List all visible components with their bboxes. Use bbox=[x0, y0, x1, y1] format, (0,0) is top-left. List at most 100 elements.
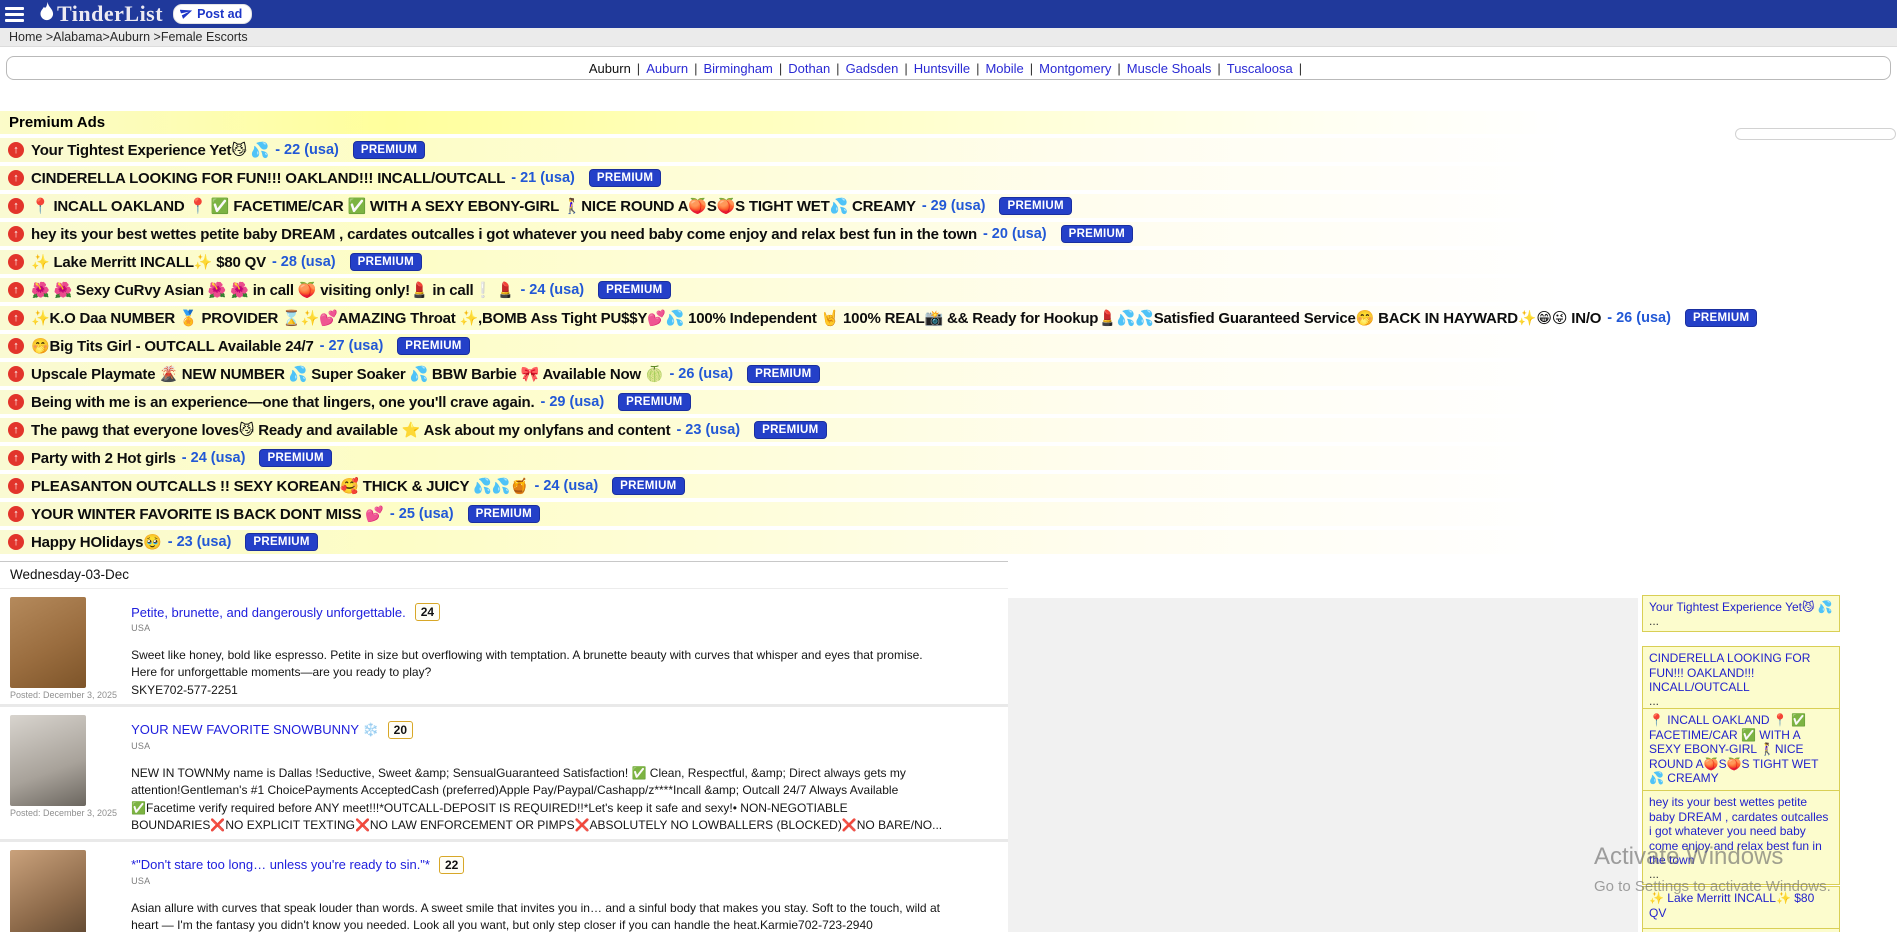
premium-ad-row[interactable]: ↑ ✨ Lake Merritt INCALL✨ $80 QV - 28 (us… bbox=[0, 250, 1565, 274]
premium-ad-age-link[interactable]: - 29 (usa) bbox=[922, 198, 986, 214]
premium-ad-row[interactable]: ↑ 🌺 🌺 Sexy CuRvy Asian 🌺 🌺 in call 🍑 vis… bbox=[0, 278, 1565, 302]
premium-ad-age-link[interactable]: - 25 (usa) bbox=[390, 506, 454, 522]
listing-thumbnail[interactable] bbox=[10, 597, 86, 688]
premium-ad-title[interactable]: YOUR WINTER FAVORITE IS BACK DONT MISS 💕 bbox=[31, 505, 384, 523]
city-link[interactable]: Montgomery bbox=[1039, 61, 1111, 76]
empty-ad-placeholder bbox=[1735, 128, 1896, 140]
listing-thumbnail[interactable] bbox=[10, 715, 86, 806]
site-logo[interactable]: TinderList bbox=[38, 1, 163, 28]
premium-ad-row[interactable]: ↑ hey its your best wettes petite baby D… bbox=[0, 222, 1565, 246]
city-link[interactable]: Birmingham bbox=[704, 61, 773, 76]
premium-ad-age-link[interactable]: - 23 (usa) bbox=[168, 534, 232, 550]
premium-ad-row[interactable]: ↑ Your Tightest Experience Yet😼 💦 - 22 (… bbox=[0, 138, 1565, 162]
premium-ad-age-link[interactable]: - 26 (usa) bbox=[1607, 310, 1671, 326]
sidebar-ad-box[interactable]: CINDERELLA LOOKING FOR FUN!!! OAKLAND!!!… bbox=[1642, 646, 1840, 712]
premium-badge: PREMIUM bbox=[1685, 309, 1757, 327]
breadcrumb-text[interactable]: Home >Alabama>Auburn >Female Escorts bbox=[9, 30, 248, 44]
flame-icon bbox=[38, 1, 57, 28]
listing-title-link[interactable]: YOUR NEW FAVORITE SNOWBUNNY ❄️ bbox=[131, 722, 379, 738]
up-arrow-icon: ↑ bbox=[8, 142, 24, 158]
listing-title-link[interactable]: Petite, brunette, and dangerously unforg… bbox=[131, 605, 406, 620]
premium-ad-age-link[interactable]: - 28 (usa) bbox=[272, 254, 336, 270]
city-link[interactable]: Mobile bbox=[985, 61, 1023, 76]
premium-ad-age-link[interactable]: - 22 (usa) bbox=[275, 142, 339, 158]
premium-ad-row[interactable]: ↑ Happy HOlidays🥹 - 23 (usa) PREMIUM bbox=[0, 530, 1565, 554]
premium-ad-age-link[interactable]: - 23 (usa) bbox=[676, 422, 740, 438]
listing-body: Petite, brunette, and dangerously unforg… bbox=[131, 597, 1008, 700]
premium-ads-heading: Premium Ads bbox=[0, 111, 1565, 134]
premium-ad-title[interactable]: The pawg that everyone loves😼 Ready and … bbox=[31, 421, 670, 439]
premium-badge: PREMIUM bbox=[747, 365, 819, 383]
premium-ad-title[interactable]: Being with me is an experience—one that … bbox=[31, 394, 534, 411]
up-arrow-icon: ↑ bbox=[8, 422, 24, 438]
sidebar-ad-title[interactable]: Your Tightest Experience Yet😼 💦 bbox=[1649, 600, 1833, 615]
city-link[interactable]: Gadsden bbox=[846, 61, 899, 76]
up-arrow-icon: ↑ bbox=[8, 198, 24, 214]
premium-ad-row[interactable]: ↑ Being with me is an experience—one tha… bbox=[0, 390, 1565, 414]
post-ad-button[interactable]: Post ad bbox=[173, 4, 252, 24]
premium-badge: PREMIUM bbox=[397, 337, 469, 355]
sidebar-ad-box[interactable]: hey its your best wettes petite baby DRE… bbox=[1642, 790, 1840, 885]
premium-ad-title[interactable]: Upscale Playmate 🌋 NEW NUMBER 💦 Super So… bbox=[31, 365, 663, 383]
sidebar-ad-box[interactable]: Your Tightest Experience Yet😼 💦 ... bbox=[1642, 595, 1840, 632]
premium-badge: PREMIUM bbox=[468, 505, 540, 523]
sidebar-ad-title[interactable]: CINDERELLA LOOKING FOR FUN!!! OAKLAND!!!… bbox=[1649, 651, 1833, 695]
premium-badge: PREMIUM bbox=[259, 449, 331, 467]
premium-ad-title[interactable]: Your Tightest Experience Yet😼 💦 bbox=[31, 141, 269, 159]
premium-ad-row[interactable]: ↑ ✨K.O Daa NUMBER 🏅 PROVIDER ⌛✨💕AMAZING … bbox=[0, 306, 1565, 330]
premium-ad-age-link[interactable]: - 20 (usa) bbox=[983, 226, 1047, 242]
premium-ad-title[interactable]: ✨ Lake Merritt INCALL✨ $80 QV bbox=[31, 253, 266, 271]
premium-ad-age-link[interactable]: - 26 (usa) bbox=[669, 366, 733, 382]
city-link[interactable]: Tuscaloosa bbox=[1227, 61, 1293, 76]
listing-description: Asian allure with curves that speak loud… bbox=[131, 900, 943, 932]
sidebar-ad-title[interactable]: 📍 INCALL OAKLAND 📍 ✅ FACETIME/CAR ✅ WITH… bbox=[1649, 713, 1833, 786]
city-link[interactable]: Muscle Shoals bbox=[1127, 61, 1212, 76]
premium-ad-row[interactable]: ↑ PLEASANTON OUTCALLS !! SEXY KOREAN🥰 TH… bbox=[0, 474, 1565, 498]
listing-body: YOUR NEW FAVORITE SNOWBUNNY ❄️ 20 USA NE… bbox=[131, 715, 1008, 835]
listing-left-column: Posted: December 3, 2025 bbox=[10, 597, 117, 700]
premium-ad-age-link[interactable]: - 24 (usa) bbox=[534, 478, 598, 494]
sidebar-ad-box[interactable]: ✨ Lake Merritt INCALL✨ $80 QV ... bbox=[1642, 886, 1840, 932]
sidebar-ad-box[interactable]: 📍 INCALL OAKLAND 📍 ✅ FACETIME/CAR ✅ WITH… bbox=[1642, 708, 1840, 803]
premium-ad-age-link[interactable]: - 21 (usa) bbox=[511, 170, 575, 186]
premium-ad-title[interactable]: PLEASANTON OUTCALLS !! SEXY KOREAN🥰 THIC… bbox=[31, 477, 528, 495]
premium-ad-age-link[interactable]: - 24 (usa) bbox=[182, 450, 246, 466]
posted-date: Posted: December 3, 2025 bbox=[10, 690, 117, 700]
city-link[interactable]: Dothan bbox=[788, 61, 830, 76]
premium-ad-row[interactable]: ↑ The pawg that everyone loves😼 Ready an… bbox=[0, 418, 1565, 442]
sidebar-ad-title[interactable]: hey its your best wettes petite baby DRE… bbox=[1649, 795, 1833, 868]
premium-ad-row[interactable]: ↑ YOUR WINTER FAVORITE IS BACK DONT MISS… bbox=[0, 502, 1565, 526]
premium-ad-row[interactable]: ↑ 🤭Big Tits Girl - OUTCALL Available 24/… bbox=[0, 334, 1565, 358]
premium-ad-age-link[interactable]: - 24 (usa) bbox=[520, 282, 584, 298]
premium-ad-title[interactable]: 📍 INCALL OAKLAND 📍 ✅ FACETIME/CAR ✅ WITH… bbox=[31, 197, 916, 215]
premium-ad-row[interactable]: ↑ 📍 INCALL OAKLAND 📍 ✅ FACETIME/CAR ✅ WI… bbox=[0, 194, 1565, 218]
premium-ad-age-link[interactable]: - 27 (usa) bbox=[320, 338, 384, 354]
sidebar-ad-more: ... bbox=[1649, 695, 1833, 708]
premium-ad-title[interactable]: Party with 2 Hot girls bbox=[31, 450, 176, 467]
premium-ad-row[interactable]: ↑ CINDERELLA LOOKING FOR FUN!!! OAKLAND!… bbox=[0, 166, 1565, 190]
premium-ad-title[interactable]: hey its your best wettes petite baby DRE… bbox=[31, 226, 977, 243]
premium-ad-title[interactable]: 🌺 🌺 Sexy CuRvy Asian 🌺 🌺 in call 🍑 visit… bbox=[31, 281, 514, 299]
premium-ad-title[interactable]: Happy HOlidays🥹 bbox=[31, 533, 162, 551]
up-arrow-icon: ↑ bbox=[8, 366, 24, 382]
listing-item: Posted: December 3, 2025 YOUR NEW FAVORI… bbox=[0, 707, 1008, 842]
menu-icon[interactable] bbox=[0, 0, 30, 28]
age-badge: 22 bbox=[439, 856, 464, 874]
premium-ad-row[interactable]: ↑ Party with 2 Hot girls - 24 (usa) PREM… bbox=[0, 446, 1565, 470]
paper-plane-icon bbox=[180, 6, 193, 22]
premium-ad-age-link[interactable]: - 29 (usa) bbox=[540, 394, 604, 410]
page: TinderList Post ad Home >Alabama>Auburn … bbox=[0, 0, 1897, 932]
city-link[interactable]: Huntsville bbox=[914, 61, 970, 76]
city-links-bar: Auburn| Auburn| Birmingham| Dothan| Gads… bbox=[6, 56, 1891, 80]
up-arrow-icon: ↑ bbox=[8, 506, 24, 522]
sidebar-ad-title[interactable]: ✨ Lake Merritt INCALL✨ $80 QV bbox=[1649, 891, 1833, 920]
listing-title-link[interactable]: *"Don't stare too long… unless you're re… bbox=[131, 857, 430, 872]
premium-ad-title[interactable]: CINDERELLA LOOKING FOR FUN!!! OAKLAND!!!… bbox=[31, 170, 505, 187]
premium-ad-title[interactable]: ✨K.O Daa NUMBER 🏅 PROVIDER ⌛✨💕AMAZING Th… bbox=[31, 309, 1601, 327]
listing-thumbnail[interactable] bbox=[10, 850, 86, 932]
city-link[interactable]: Auburn bbox=[646, 61, 688, 76]
sidebar-ad-box[interactable]: 🌺 🌺 Sexy CuRvy Asian 🌺 🌺 in call 🍑 visit… bbox=[1642, 928, 1840, 932]
premium-ad-title[interactable]: 🤭Big Tits Girl - OUTCALL Available 24/7 bbox=[31, 337, 314, 355]
city-separator: | bbox=[1030, 61, 1033, 76]
premium-ad-row[interactable]: ↑ Upscale Playmate 🌋 NEW NUMBER 💦 Super … bbox=[0, 362, 1565, 386]
